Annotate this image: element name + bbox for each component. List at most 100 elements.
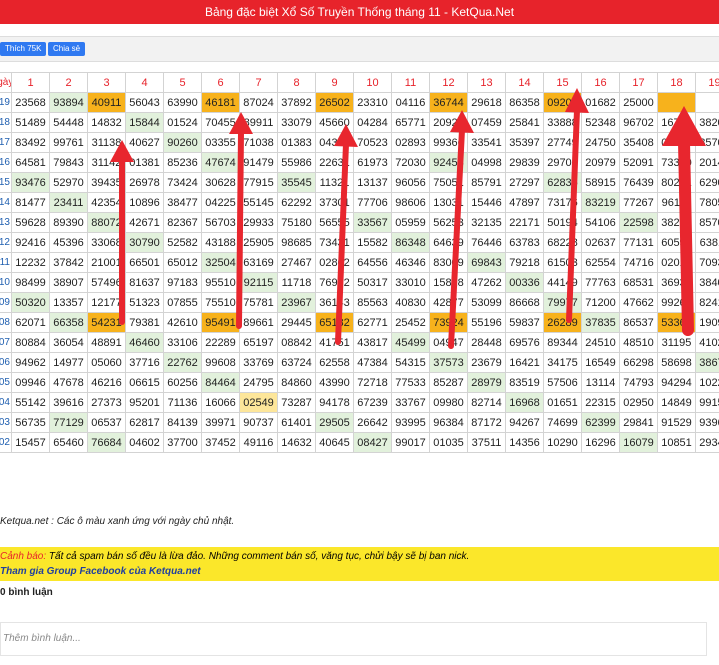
prize-cell: 44149 — [543, 272, 582, 293]
prize-cell: 95491 — [201, 312, 240, 333]
prize-cell: 24795 — [239, 372, 278, 393]
prize-cell: 25841 — [505, 112, 544, 133]
prize-cell: 26642 — [353, 412, 392, 433]
prize-cell: 24510 — [581, 332, 620, 353]
prize-cell: 28448 — [467, 332, 506, 353]
comment-input[interactable] — [1, 623, 695, 653]
column-header-14: 14 — [505, 72, 544, 93]
prize-cell: 94294 — [657, 372, 696, 393]
prize-cell: 14832 — [87, 112, 126, 133]
prize-cell: 16421 — [505, 352, 544, 373]
prize-cell: 01524 — [163, 112, 202, 133]
table-row: 1593476529703943526978734243062877915355… — [0, 172, 719, 193]
prize-cell: 99608 — [201, 352, 240, 373]
prize-cell: 85236 — [163, 152, 202, 173]
prize-cell: 22598 — [619, 212, 658, 233]
prize-cell: 37892 — [277, 92, 316, 113]
prize-cell: 92453 — [429, 152, 468, 173]
prize-cell: 15818 — [429, 272, 468, 293]
prize-cell: 56253 — [429, 212, 468, 233]
table-row: 1098499389075749681637971839551092115117… — [0, 272, 719, 293]
prize-cell: 32504 — [201, 252, 240, 273]
prize-cell: 66298 — [619, 352, 658, 373]
prize-cell: 33541 — [467, 132, 506, 153]
prize-cell: 11321 — [315, 172, 354, 193]
prize-cell: 33888 — [543, 112, 582, 133]
column-header-13: 13 — [467, 72, 506, 93]
prize-cell: 60256 — [163, 372, 202, 393]
prize-cell: 42671 — [125, 212, 164, 233]
table-row: 0862071663585423179381426109549189661294… — [0, 312, 719, 333]
prize-cell: 14849 — [657, 392, 696, 413]
prize-cell: 14977 — [49, 352, 88, 373]
prize-cell: 04116 — [391, 92, 430, 113]
prize-cell: 15844 — [125, 112, 164, 133]
column-header-4: 4 — [125, 72, 164, 93]
prize-cell: 93966 — [695, 412, 719, 433]
prize-cell: 57496 — [87, 272, 126, 293]
prize-cell: 10851 — [657, 432, 696, 453]
special-prize-table-viewport[interactable]: Ngày12345678910111213141516171819 192356… — [0, 72, 719, 504]
prize-cell: 94962 — [11, 352, 50, 373]
prize-cell: 87024 — [239, 92, 278, 113]
prize-cell: 43817 — [353, 332, 392, 353]
prize-cell: 55986 — [277, 152, 316, 173]
prize-cell: 54106 — [581, 212, 620, 233]
share-button[interactable]: Chia sẻ — [48, 42, 86, 56]
prize-cell: 93476 — [11, 172, 50, 193]
prize-cell: 96384 — [429, 412, 468, 433]
like-button[interactable]: Thích 75K — [0, 42, 47, 56]
column-header-9: 9 — [315, 72, 354, 93]
prize-cell: 62771 — [353, 312, 392, 333]
prize-cell: 96702 — [619, 112, 658, 133]
prize-cell: 13031 — [429, 192, 468, 213]
column-header-5: 5 — [163, 72, 202, 93]
prize-cell: 30628 — [201, 172, 240, 193]
prize-cell: 31142 — [87, 152, 126, 173]
prize-cell: 26502 — [315, 92, 354, 113]
prize-cell: 45660 — [315, 112, 354, 133]
prize-cell: 04602 — [125, 432, 164, 453]
prize-cell: 37842 — [49, 252, 88, 273]
prize-cell — [657, 92, 696, 113]
prize-cell: 11718 — [277, 272, 316, 293]
prize-cell: 62817 — [125, 412, 164, 433]
prize-cell: 16549 — [581, 352, 620, 373]
facebook-group-link[interactable]: Tham gia Group Facebook của Ketqua.net — [0, 566, 201, 577]
prize-cell: 77131 — [619, 232, 658, 253]
row-day-label: 04 — [0, 392, 12, 413]
prize-cell: 51323 — [125, 292, 164, 313]
prize-cell: 01035 — [429, 432, 468, 453]
prize-cell: 27749 — [543, 132, 582, 153]
prize-cell: 63783 — [505, 232, 544, 253]
prize-cell: 02862 — [315, 252, 354, 273]
prize-cell: 42877 — [429, 292, 468, 313]
prize-cell: 70455 — [201, 112, 240, 133]
prize-cell: 79218 — [505, 252, 544, 273]
prize-cell: 72030 — [391, 152, 430, 173]
table-row: 0215457654607668404602377003745249116146… — [0, 432, 719, 453]
prize-cell: 05959 — [391, 212, 430, 233]
prize-cell: 62908 — [695, 172, 719, 193]
prize-cell: 40627 — [125, 132, 164, 153]
prize-cell: 95510 — [201, 272, 240, 293]
prize-cell: 04321 — [315, 132, 354, 153]
prize-cell: 79977 — [543, 292, 582, 313]
prize-cell: 70935 — [695, 252, 719, 273]
column-header-1: 1 — [11, 72, 50, 93]
prize-cell: 22631 — [315, 152, 354, 173]
prize-cell: 69576 — [505, 332, 544, 353]
prize-cell: 23411 — [49, 192, 88, 213]
prize-cell: 82714 — [467, 392, 506, 413]
column-header-6: 6 — [201, 72, 240, 93]
corner-header: Ngày — [0, 72, 12, 93]
prize-cell: 22171 — [505, 212, 544, 233]
prize-cell: 06615 — [125, 372, 164, 393]
prize-cell: 23568 — [11, 92, 50, 113]
warning-line: Cảnh báo: Tất cả spam bán số đều là lừa … — [0, 551, 469, 562]
row-day-label: 07 — [0, 332, 12, 353]
prize-cell: 65771 — [391, 112, 430, 133]
prize-cell: 37700 — [163, 432, 202, 453]
prize-cell: 77915 — [239, 172, 278, 193]
prize-cell: 02893 — [391, 132, 430, 153]
